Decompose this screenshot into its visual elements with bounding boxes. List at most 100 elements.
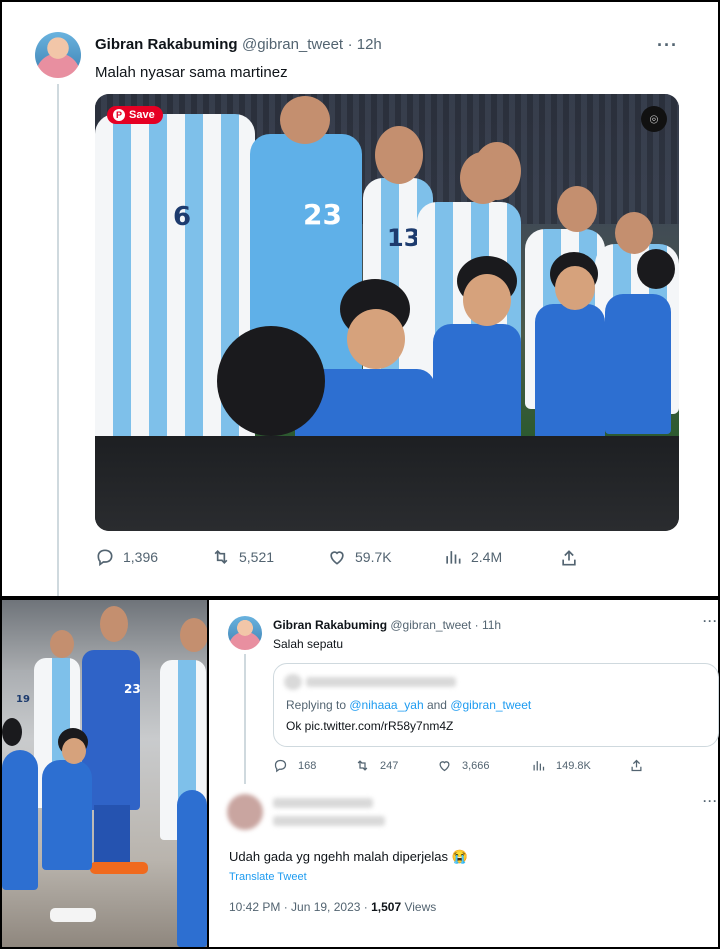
thread-line [57, 84, 59, 596]
like-button[interactable]: 59.7K [327, 547, 443, 567]
more-icon[interactable]: ··· [703, 794, 718, 808]
player-head [100, 606, 128, 642]
kid-figure [42, 760, 92, 870]
player-head [375, 126, 423, 184]
reply-button[interactable]: 168 [273, 758, 355, 773]
kid-face [347, 309, 405, 369]
commenter-avatar-blurred [227, 794, 263, 830]
replying-to-line: Replying to @nihaaa_yah and @gibran_twee… [286, 698, 531, 712]
kid-face [463, 274, 511, 326]
reply-icon [274, 759, 287, 773]
jersey-number: 23 [303, 198, 342, 231]
views-icon [446, 551, 461, 564]
kid-face [555, 266, 595, 310]
heart-icon [330, 551, 344, 565]
share-icon[interactable] [629, 758, 644, 773]
more-icon[interactable]: ··· [703, 614, 718, 628]
views-icon [533, 761, 545, 771]
reply-text: Salah sepatu [273, 637, 344, 651]
player-head [615, 212, 653, 254]
retweet-count: 247 [380, 759, 399, 772]
views-number: 1,507 [371, 900, 402, 914]
author-name[interactable]: Gibran Rakabuming [95, 36, 238, 53]
quoted-tweet[interactable]: Replying to @nihaaa_yah and @gibran_twee… [273, 663, 719, 747]
more-icon[interactable]: ··· [657, 35, 678, 56]
author-name[interactable]: Gibran Rakabuming [273, 618, 387, 632]
author-avatar[interactable] [35, 32, 81, 78]
kid-shoes [50, 908, 96, 922]
commenter-name-blurred [273, 798, 373, 808]
thread-line [244, 654, 246, 784]
pinterest-icon: P [113, 109, 125, 121]
commenter-handle-blurred [273, 816, 385, 826]
kid-figure [605, 294, 671, 434]
tv-frame-edge [95, 436, 679, 531]
kid-face [62, 738, 86, 764]
reply-icon [97, 549, 113, 567]
quoted-text: Ok [286, 719, 305, 733]
replying-prefix: Replying to [286, 698, 350, 712]
author-handle[interactable]: @gibran_tweet [390, 618, 471, 632]
translate-tweet-link[interactable]: Translate Tweet [229, 871, 307, 883]
pic-link[interactable]: pic.twitter.com/rR58y7nm4Z [305, 719, 454, 733]
tweet-time[interactable]: · 11h [475, 618, 501, 632]
jersey-number: 6 [173, 202, 192, 232]
views-count: 2.4M [471, 549, 503, 565]
kid-figure [2, 750, 38, 890]
views-button[interactable]: 2.4M [443, 547, 559, 567]
reply-header: Gibran Rakabuming @gibran_tweet · 11h [273, 618, 501, 632]
pinterest-save-button[interactable]: P Save [107, 106, 163, 124]
jersey-number: 19 [16, 694, 30, 705]
reply-count: 1,396 [123, 549, 159, 565]
views-button[interactable]: 149.8K [531, 758, 629, 773]
timestamp-text[interactable]: 10:42 PM · Jun 19, 2023 · [229, 900, 371, 914]
quoted-author-blurred [306, 677, 456, 687]
tweet-text: Malah nyasar sama martinez [95, 64, 288, 81]
views-count: 149.8K [556, 759, 591, 772]
player-head [280, 96, 330, 144]
tweet-main: Gibran Rakabuming @gibran_tweet · 12h ··… [2, 2, 718, 596]
player-boots [90, 862, 148, 874]
like-count: 59.7K [355, 549, 392, 565]
retweet-icon [214, 549, 228, 565]
retweet-icon [357, 760, 368, 771]
heart-icon [439, 761, 450, 772]
quoted-avatar-blurred [284, 674, 302, 690]
like-count: 3,666 [462, 759, 490, 772]
tweet-timestamp: 10:42 PM · Jun 19, 2023 · 1,507 Views [229, 900, 436, 914]
like-button[interactable]: 3,666 [437, 758, 531, 773]
save-label: Save [129, 109, 155, 121]
comment-text: Udah gada yg ngehh malah diperjelas 😭 [229, 849, 468, 864]
kid-head [2, 718, 22, 746]
kid-head [217, 326, 325, 436]
author-avatar[interactable] [228, 616, 262, 650]
player-head [50, 630, 74, 658]
reply-actions: 168 247 3,666 149.8K [273, 758, 644, 773]
reply-button[interactable]: 1,396 [95, 547, 211, 567]
jersey-number: 13 [387, 224, 421, 252]
tweet-reply-thread: Gibran Rakabuming @gibran_tweet · 11h ··… [209, 600, 719, 947]
author-handle[interactable]: @gibran_tweet [242, 36, 343, 53]
reply-count: 168 [298, 759, 317, 772]
tweet-actions: 1,396 5,521 59.7K 2.4M [95, 547, 595, 567]
jersey-number: 23 [124, 682, 141, 696]
retweet-count: 5,521 [239, 549, 275, 565]
player-legs [94, 805, 130, 865]
side-photo: × 23 19 [2, 600, 207, 947]
kid-head [637, 249, 675, 289]
kid-figure [177, 790, 207, 947]
views-label: Views [401, 900, 437, 914]
retweet-button[interactable]: 5,521 [211, 547, 327, 567]
tweet-time[interactable]: · 12h [348, 36, 382, 53]
player-head [557, 186, 597, 232]
mention-link[interactable]: @nihaaa_yah [349, 698, 423, 712]
tweet-photo[interactable]: 6 23 13 P Save ⌾ [95, 94, 679, 531]
player-head [180, 618, 207, 652]
mention-link[interactable]: @gibran_tweet [450, 698, 531, 712]
replying-and: and [423, 698, 451, 712]
share-icon[interactable] [559, 548, 579, 568]
quoted-body: Ok pic.twitter.com/rR58y7nm4Z [286, 719, 453, 733]
lens-icon[interactable]: ⌾ [641, 106, 667, 132]
tweet-header: Gibran Rakabuming @gibran_tweet · 12h [95, 36, 382, 54]
retweet-button[interactable]: 247 [355, 758, 437, 773]
